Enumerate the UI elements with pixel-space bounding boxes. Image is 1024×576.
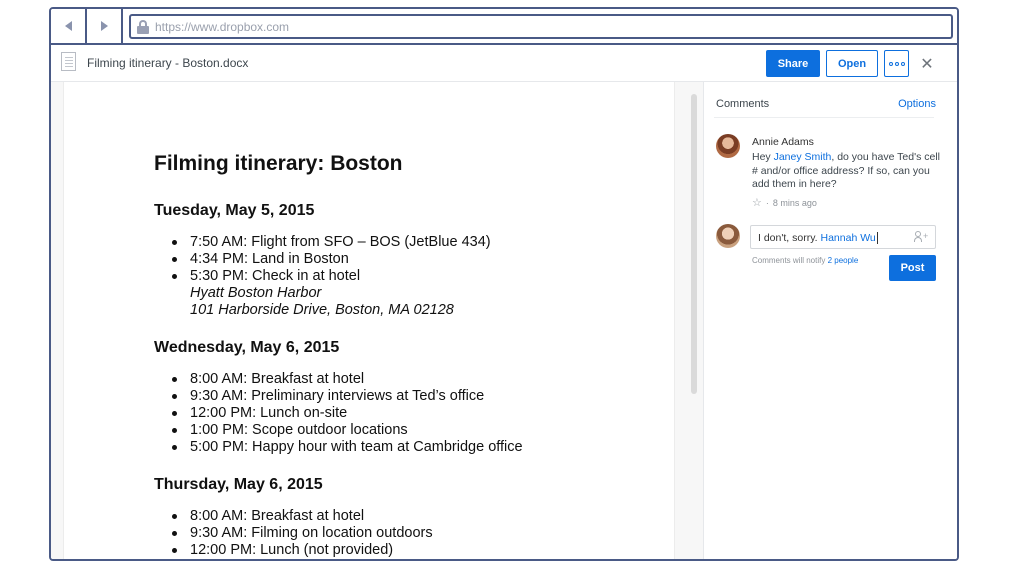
list-item-text: 9:30 AM: Filming on location outdoors bbox=[190, 525, 433, 541]
open-button[interactable]: Open bbox=[826, 50, 878, 77]
day-heading: Wednesday, May 6, 2015 bbox=[154, 339, 340, 356]
comments-header: Comments Options bbox=[714, 98, 936, 118]
lock-icon bbox=[137, 19, 149, 34]
post-button[interactable]: Post bbox=[889, 255, 936, 281]
document-title: Filming itinerary: Boston bbox=[154, 152, 403, 175]
comment-time: 8 mins ago bbox=[772, 197, 817, 208]
list-item-text: 9:30 AM: Preliminary interviews at Ted’s… bbox=[190, 388, 485, 404]
address-bar[interactable]: https://www.dropbox.com bbox=[129, 14, 953, 39]
mention-link[interactable]: Janey Smith bbox=[774, 151, 832, 163]
list-item-text: 5:30 PM: Check in at hotel bbox=[190, 268, 361, 284]
more-button[interactable] bbox=[884, 50, 909, 77]
schedule-list: 8:00 AM: Breakfast at hotel 9:30 AM: Film… bbox=[154, 508, 654, 559]
browser-window: https://www.dropbox.com Filming itinerar… bbox=[49, 7, 959, 561]
comment-author: Annie Adams bbox=[752, 136, 814, 148]
more-icon bbox=[888, 61, 893, 66]
list-item: 9:30 AM: Filming on location outdoors bbox=[154, 525, 654, 542]
list-item-text: 12:00 PM: Lunch (not provided) bbox=[190, 542, 394, 558]
add-user-icon[interactable]: + bbox=[914, 231, 928, 243]
list-item: 8:00 AM: Breakfast at hotel bbox=[154, 508, 654, 525]
schedule-list: 7:50 AM: Flight from SFO – BOS (JetBlue … bbox=[154, 234, 654, 319]
list-item-detail: 101 Harborside Drive, Boston, MA 02128 bbox=[190, 302, 454, 318]
document-scrollbar[interactable] bbox=[691, 94, 697, 394]
comment-meta: ☆ · 8 mins ago bbox=[752, 196, 817, 209]
file-name: Filming itinerary - Boston.docx bbox=[87, 56, 249, 70]
browser-toolbar: https://www.dropbox.com bbox=[51, 9, 957, 45]
list-item: 5:30 PM: Check in at hotel Hyatt Boston H… bbox=[154, 268, 654, 319]
list-item-text: 8:00 AM: Breakfast at hotel bbox=[190, 508, 365, 524]
star-icon[interactable]: ☆ bbox=[752, 196, 762, 209]
chevron-right-icon bbox=[100, 21, 108, 31]
list-item: 1:00 PM: Scope outdoor locations bbox=[154, 422, 654, 439]
url-text: https://www.dropbox.com bbox=[155, 19, 290, 34]
list-item-text: 8:00 AM: Breakfast at hotel bbox=[190, 371, 365, 387]
document-page: Filming itinerary: Boston Tuesday, May 5… bbox=[63, 82, 675, 559]
day-heading: Tuesday, May 5, 2015 bbox=[154, 202, 315, 219]
notify-people-link[interactable]: 2 people bbox=[828, 256, 859, 265]
comment-text: Hey Janey Smith, do you have Ted's cell … bbox=[752, 151, 941, 190]
list-item: 8:00 AM: Breakfast at hotel bbox=[154, 371, 654, 388]
list-item-text: 1:00 PM: Scope outdoor locations bbox=[190, 422, 408, 438]
share-button[interactable]: Share bbox=[766, 50, 820, 77]
document-icon bbox=[61, 52, 76, 71]
back-button[interactable] bbox=[51, 9, 87, 43]
comments-panel: Comments Options Annie Adams Hey Janey S… bbox=[703, 82, 957, 559]
list-item: 12:00 PM: Lunch (not provided) bbox=[154, 542, 654, 559]
document-viewer[interactable]: Filming itinerary: Boston Tuesday, May 5… bbox=[51, 82, 703, 559]
close-icon[interactable]: ✕ bbox=[917, 54, 937, 74]
avatar bbox=[716, 224, 740, 248]
avatar bbox=[716, 134, 740, 158]
notify-text: Comments will notify 2 people bbox=[752, 256, 859, 265]
list-item-text: 12:00 PM: Lunch on-site bbox=[190, 405, 348, 421]
list-item: 7:50 AM: Flight from SFO – BOS (JetBlue … bbox=[154, 234, 654, 251]
list-item: 12:00 PM: Lunch on-site bbox=[154, 405, 654, 422]
comments-title: Comments bbox=[716, 98, 770, 110]
forward-button[interactable] bbox=[87, 9, 123, 43]
list-item-text: 7:50 AM: Flight from SFO – BOS (JetBlue … bbox=[190, 234, 491, 250]
reply-input[interactable]: I don't, sorry. Hannah Wu + bbox=[750, 225, 936, 249]
list-item: 4:34 PM: Land in Boston bbox=[154, 251, 654, 268]
chevron-left-icon bbox=[64, 21, 72, 31]
options-link[interactable]: Options bbox=[898, 98, 936, 110]
schedule-list: 8:00 AM: Breakfast at hotel 9:30 AM: Prel… bbox=[154, 371, 654, 456]
mention-link: Hannah Wu bbox=[820, 232, 876, 244]
list-item: 9:30 AM: Preliminary interviews at Ted’s… bbox=[154, 388, 654, 405]
list-item-detail: Hyatt Boston Harbor bbox=[190, 285, 322, 301]
file-header: Filming itinerary - Boston.docx Share Op… bbox=[51, 45, 957, 82]
list-item: 5:00 PM: Happy hour with team at Cambrid… bbox=[154, 439, 654, 456]
document-content: Filming itinerary: Boston Tuesday, May 5… bbox=[154, 152, 654, 559]
list-item-text: 4:34 PM: Land in Boston bbox=[190, 251, 349, 267]
list-item-text: 5:00 PM: Happy hour with team at Cambrid… bbox=[190, 439, 523, 455]
day-heading: Thursday, May 6, 2015 bbox=[154, 476, 323, 493]
